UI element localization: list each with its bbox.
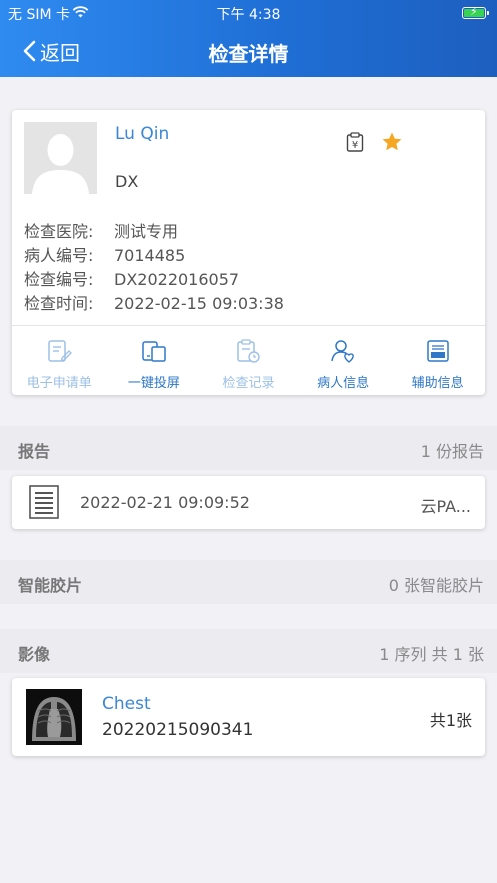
film-section-title: 智能胶片: [18, 576, 83, 595]
xray-thumbnail: [26, 689, 82, 745]
action-bar: 电子申请单 一键投屏 检查记录 病人信息 辅助信息: [12, 325, 485, 396]
patient-id-row: 病人编号: 7014485: [24, 242, 185, 266]
hospital-label: 检查医院:: [24, 222, 94, 241]
patient-info-button[interactable]: 病人信息: [296, 326, 391, 396]
hospital-value: 测试专用: [114, 222, 179, 241]
app-header: 无 SIM 卡 下午 4:38 ⚡ 返回 检查详情: [0, 0, 497, 77]
clock: 下午 4:38: [216, 7, 281, 23]
battery-icon: ⚡: [462, 5, 489, 19]
report-time: 2022-02-21 09:09:52: [80, 493, 250, 512]
reports-section-title: 报告: [18, 442, 51, 461]
svg-text:¥: ¥: [352, 140, 358, 151]
favorite-star-icon[interactable]: [381, 131, 403, 157]
exam-id-label: 检查编号:: [24, 270, 94, 289]
images-section-header: 影像 1 序列 共 1 张: [0, 629, 497, 673]
patient-info-icon: [296, 336, 391, 366]
exam-id-value: DX2022016057: [114, 270, 240, 289]
exam-info-card: Lu Qin DX ¥ 检查医院: 测试专用 病人编号: 7014485 检查编号:…: [12, 110, 485, 395]
exam-time-value: 2022-02-15 09:03:38: [114, 294, 284, 313]
screen-cast-icon: [107, 336, 202, 366]
exam-time-label: 检查时间:: [24, 294, 94, 313]
auxiliary-info-icon: [390, 336, 485, 366]
application-form-icon: [12, 336, 107, 366]
reports-section-header: 报告 1 份报告: [0, 426, 497, 470]
images-section-title: 影像: [18, 645, 51, 664]
series-id: 20220215090341: [102, 720, 254, 740]
series-name: Chest: [102, 694, 151, 714]
hospital-row: 检查医院: 测试专用: [24, 218, 178, 242]
screen-cast-label: 一键投屏: [127, 376, 180, 391]
patient-id-label: 病人编号:: [24, 246, 94, 265]
report-item[interactable]: 2022-02-21 09:09:52 云PA...: [12, 476, 485, 529]
exam-record-label: 检查记录: [222, 376, 275, 391]
series-count: 共1张: [429, 711, 472, 730]
exam-record-icon: [201, 336, 296, 366]
bill-icon[interactable]: ¥: [346, 132, 364, 156]
auxiliary-info-button[interactable]: 辅助信息: [390, 326, 485, 396]
images-count: 1 序列 共 1 张: [379, 645, 484, 664]
avatar: [24, 122, 97, 194]
modality-label: DX: [115, 172, 139, 191]
patient-name[interactable]: Lu Qin: [115, 124, 169, 144]
exam-id-row: 检查编号: DX2022016057: [24, 266, 239, 290]
screen-cast-button[interactable]: 一键投屏: [107, 326, 202, 396]
patient-id-value: 7014485: [114, 246, 186, 265]
status-bar: 无 SIM 卡 下午 4:38 ⚡: [0, 4, 497, 23]
application-form-label: 电子申请单: [26, 376, 92, 391]
series-item[interactable]: Chest 20220215090341 共1张: [12, 678, 485, 756]
patient-info-label: 病人信息: [317, 376, 370, 391]
auxiliary-info-label: 辅助信息: [411, 376, 464, 391]
document-icon: [29, 485, 59, 523]
exam-record-button[interactable]: 检查记录: [201, 326, 296, 396]
film-count: 0 张智能胶片: [388, 576, 484, 595]
exam-time-row: 检查时间: 2022-02-15 09:03:38: [24, 290, 284, 314]
reports-count: 1 份报告: [420, 442, 484, 461]
page-title: 检查详情: [208, 42, 289, 66]
application-form-button[interactable]: 电子申请单: [12, 326, 107, 396]
report-source: 云PA...: [420, 497, 471, 516]
film-section-header: 智能胶片 0 张智能胶片: [0, 560, 497, 604]
